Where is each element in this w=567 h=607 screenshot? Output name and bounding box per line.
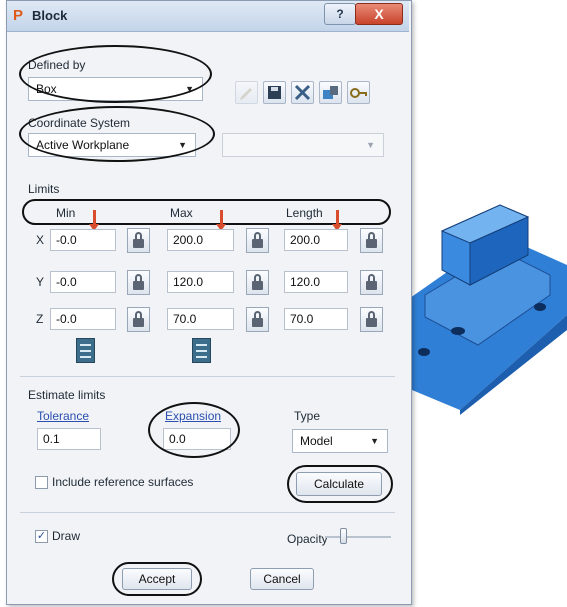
lock-icon[interactable] bbox=[246, 270, 269, 295]
block-model-preview bbox=[400, 204, 567, 415]
annotation-arrow-max bbox=[216, 210, 226, 231]
z-length-input[interactable]: 70.0 bbox=[284, 308, 348, 330]
import-icon[interactable] bbox=[319, 81, 342, 104]
tolerance-input[interactable]: 0.1 bbox=[37, 428, 101, 450]
x-max-input[interactable]: 200.0 bbox=[167, 229, 234, 251]
y-max-input[interactable]: 120.0 bbox=[167, 271, 234, 293]
axis-label-y: Y bbox=[36, 275, 45, 289]
limits-header-min: Min bbox=[56, 206, 76, 220]
annotation-arrow-min bbox=[89, 210, 99, 231]
lock-icon[interactable] bbox=[360, 270, 383, 295]
limits-label: Limits bbox=[28, 182, 60, 196]
include-reference-surfaces-checkbox[interactable] bbox=[35, 476, 48, 489]
type-value: Model bbox=[300, 434, 333, 448]
limits-header-max: Max bbox=[170, 206, 193, 220]
tolerance-link[interactable]: Tolerance bbox=[37, 409, 89, 423]
opacity-slider-thumb[interactable] bbox=[339, 528, 347, 544]
annotation-circle-calculate bbox=[287, 465, 393, 503]
type-select[interactable]: Model ▼ bbox=[292, 429, 388, 453]
divider bbox=[20, 512, 395, 513]
lock-icon[interactable] bbox=[246, 307, 269, 332]
y-min-input[interactable]: -0.0 bbox=[50, 271, 116, 293]
annotation-circle-expansion bbox=[148, 402, 240, 458]
lock-icon[interactable] bbox=[360, 307, 383, 332]
app-logo-icon: P bbox=[13, 7, 24, 24]
hole bbox=[534, 303, 546, 311]
annotation-arrow-length bbox=[332, 210, 342, 231]
opacity-label: Opacity bbox=[287, 532, 328, 546]
close-button[interactable]: X bbox=[355, 3, 403, 25]
lock-icon[interactable] bbox=[127, 307, 150, 332]
annotation-circle-accept bbox=[112, 562, 202, 596]
edit-icon[interactable] bbox=[235, 81, 258, 104]
annotation-circle-defined-by bbox=[19, 45, 212, 103]
list-icon[interactable] bbox=[76, 338, 95, 363]
x-length-input[interactable]: 200.0 bbox=[284, 229, 348, 251]
z-min-input[interactable]: -0.0 bbox=[50, 308, 116, 330]
window-title: Block bbox=[32, 8, 68, 23]
hole bbox=[451, 327, 465, 335]
lock-key-icon[interactable] bbox=[347, 81, 370, 104]
lock-icon[interactable] bbox=[127, 270, 150, 295]
estimate-limits-label: Estimate limits bbox=[28, 388, 106, 402]
workplane-select[interactable]: ▼ bbox=[222, 133, 384, 157]
draw-checkbox[interactable]: ✓ bbox=[35, 530, 48, 543]
select-icon[interactable] bbox=[291, 81, 314, 104]
cancel-button[interactable]: Cancel bbox=[250, 568, 314, 590]
axis-label-z: Z bbox=[36, 312, 44, 326]
z-max-input[interactable]: 70.0 bbox=[167, 308, 234, 330]
y-length-input[interactable]: 120.0 bbox=[284, 271, 348, 293]
include-reference-surfaces-label: Include reference surfaces bbox=[52, 475, 194, 489]
chevron-down-icon: ▼ bbox=[366, 140, 375, 150]
draw-label: Draw bbox=[52, 529, 81, 543]
limits-header-length: Length bbox=[286, 206, 323, 220]
hole bbox=[418, 348, 430, 356]
opacity-slider-track[interactable] bbox=[325, 536, 391, 538]
list-icon[interactable] bbox=[192, 338, 211, 363]
help-button[interactable]: ? bbox=[324, 3, 356, 25]
divider bbox=[20, 376, 395, 377]
axis-label-x: X bbox=[36, 233, 45, 247]
lock-icon[interactable] bbox=[127, 228, 150, 253]
save-icon[interactable] bbox=[263, 81, 286, 104]
x-min-input[interactable]: -0.0 bbox=[50, 229, 116, 251]
lock-icon[interactable] bbox=[360, 228, 383, 253]
annotation-circle-coordinate-system bbox=[19, 106, 215, 162]
chevron-down-icon: ▼ bbox=[370, 436, 379, 446]
lock-icon[interactable] bbox=[246, 228, 269, 253]
type-label: Type bbox=[294, 409, 321, 423]
